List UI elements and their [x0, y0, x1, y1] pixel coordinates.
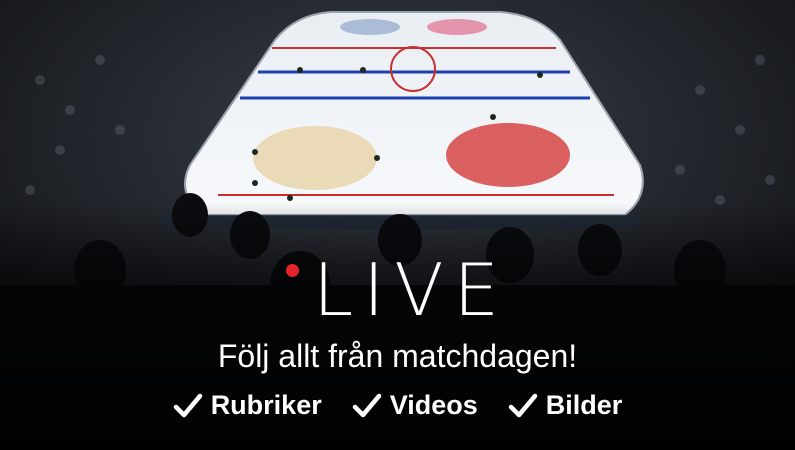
feature-list: Rubriker Videos Bilder — [0, 390, 795, 421]
live-banner[interactable]: LIVE Följ allt från matchdagen! Rubriker… — [0, 0, 795, 450]
live-indicator-dot — [285, 263, 299, 277]
feature-label: Videos — [389, 390, 478, 420]
feature-item-bilder: Bilder — [508, 390, 623, 421]
feature-item-videos: Videos — [352, 390, 478, 421]
live-label: LIVE — [312, 248, 510, 332]
check-icon — [352, 393, 381, 417]
live-heading: LIVE — [0, 250, 795, 330]
feature-item-rubriker: Rubriker — [173, 390, 322, 421]
tagline: Följ allt från matchdagen! — [217, 338, 578, 374]
feature-label: Rubriker — [210, 390, 322, 420]
dark-gradient-overlay — [0, 0, 795, 450]
check-icon — [173, 393, 202, 417]
feature-label: Bilder — [545, 390, 623, 420]
check-icon — [508, 393, 538, 417]
